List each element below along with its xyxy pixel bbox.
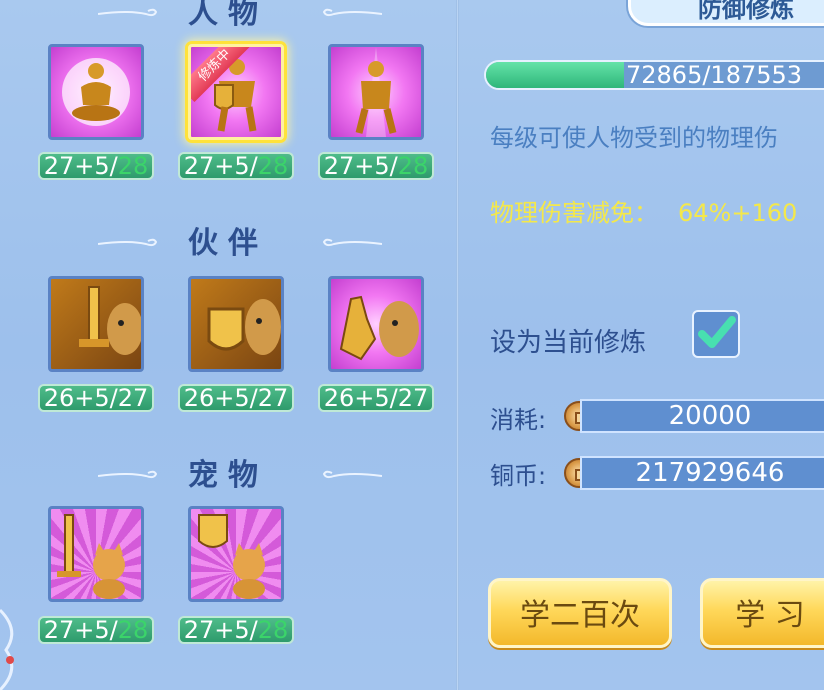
character-slot-1[interactable] <box>48 44 144 140</box>
experience-fill <box>486 62 625 88</box>
checkmark-icon <box>698 316 736 348</box>
shield-warrior-icon: 修炼中 <box>188 44 284 140</box>
partner-level-3: 26+5/27 <box>318 384 434 412</box>
partner-slot-2[interactable] <box>188 276 284 372</box>
section-title-character: 人物 <box>0 0 456 32</box>
set-current-label: 设为当前修炼 <box>490 328 647 358</box>
swirl-ornament-right <box>322 470 382 479</box>
character-level-1: 27+5/28 <box>38 152 154 180</box>
learn-button[interactable]: 学 习 <box>700 578 824 648</box>
partner-slot-1[interactable] <box>48 276 144 372</box>
effect-description: 每级可使人物受到的物理伤 <box>490 124 778 152</box>
learn-200-times-button[interactable]: 学二百次 <box>488 578 672 648</box>
pet-level-2: 27+5/28 <box>178 616 294 644</box>
tab-defense-training[interactable]: 防御修炼 <box>628 0 824 26</box>
left-edge-ornament-icon <box>0 608 14 690</box>
stat-value: 64%+160 <box>678 199 798 227</box>
meditating-warrior-icon <box>48 44 144 140</box>
copper-label: 铜币: <box>490 462 547 490</box>
character-slot-3[interactable] <box>328 44 424 140</box>
sword-lion-icon <box>48 276 144 372</box>
shield-lion-icon <box>188 276 284 372</box>
panel-divider <box>456 0 459 690</box>
character-level-2: 27+5/28 <box>178 152 294 180</box>
cost-value: 20000 <box>580 399 824 433</box>
set-current-checkbox[interactable] <box>692 310 740 358</box>
cost-label: 消耗: <box>490 406 547 434</box>
swirl-ornament-right <box>322 238 382 247</box>
pet-level-1: 27+5/28 <box>38 616 154 644</box>
sword-cat-icon <box>48 506 144 602</box>
section-title-partner: 伙伴 <box>0 218 456 262</box>
shield-cat-icon <box>188 506 284 602</box>
stat-label: 物理伤害减免： <box>490 199 658 227</box>
copper-value: 217929646 <box>580 456 824 490</box>
guardian-warrior-icon <box>328 44 424 140</box>
experience-bar: 72865/187553 <box>484 60 824 90</box>
gauntlet-lion-icon <box>328 276 424 372</box>
pet-slot-1[interactable] <box>48 506 144 602</box>
cultivation-list-panel: 人物 27+5/28 修炼中 27+5/28 27+5/28 伙伴 26+5/2… <box>0 0 456 690</box>
experience-text: 72865/187553 <box>626 61 803 89</box>
character-slot-2[interactable]: 修炼中 <box>188 44 284 140</box>
partner-slot-3[interactable] <box>328 276 424 372</box>
character-level-3: 27+5/28 <box>318 152 434 180</box>
physical-damage-reduction: 物理伤害减免： 64%+160 <box>490 193 797 228</box>
pet-slot-2[interactable] <box>188 506 284 602</box>
section-title-pet: 宠物 <box>0 450 456 494</box>
partner-level-2: 26+5/27 <box>178 384 294 412</box>
partner-level-1: 26+5/27 <box>38 384 154 412</box>
swirl-ornament-right <box>322 8 382 17</box>
